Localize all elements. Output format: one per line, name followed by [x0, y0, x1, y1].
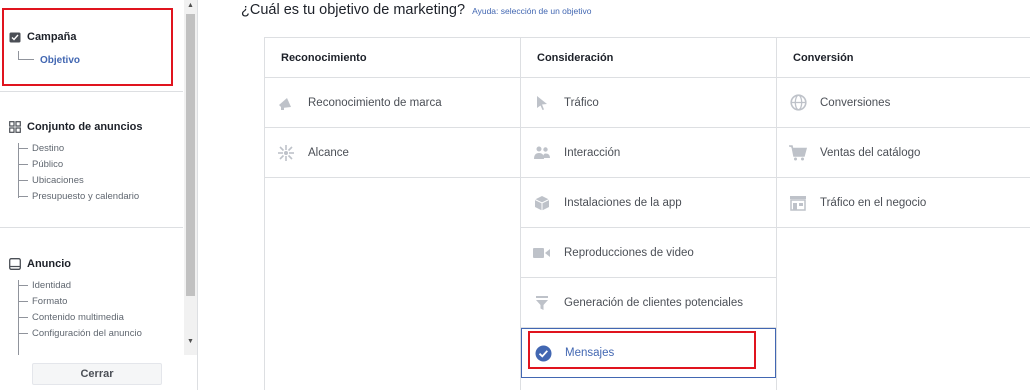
adset-section: Conjunto de anuncios Destino Público Ubi…: [0, 93, 183, 228]
help-link[interactable]: Ayuda: selección de un objetivo: [472, 6, 591, 16]
ad-section: Anuncio Identidad Formato Contenido mult…: [0, 229, 183, 355]
column-conversion: Conversión Conversiones Ventas del catál…: [777, 38, 1030, 390]
objective-label: Interacción: [564, 146, 621, 159]
sidebar-item-contenido[interactable]: Contenido multimedia: [18, 312, 124, 323]
column-consideracion: Consideración Tráfico Interacción Instal…: [521, 38, 777, 390]
store-icon: [789, 194, 807, 212]
sidebar-item-destino[interactable]: Destino: [18, 143, 64, 154]
ad-heading[interactable]: Anuncio: [8, 257, 71, 270]
sidebar-item-publico[interactable]: Público: [18, 159, 63, 170]
objective-label: Alcance: [308, 146, 349, 159]
sidebar-item-presupuesto[interactable]: Presupuesto y calendario: [18, 191, 139, 202]
objective-trafico[interactable]: Tráfico: [521, 78, 776, 128]
objective-ventas-catalogo[interactable]: Ventas del catálogo: [777, 128, 1030, 178]
page-title: ¿Cuál es tu objetivo de marketing?: [241, 2, 466, 18]
objective-trafico-negocio[interactable]: Tráfico en el negocio: [777, 178, 1030, 228]
objective-instalaciones-app[interactable]: Instalaciones de la app: [521, 178, 776, 228]
sidebar-item-objetivo-label: Objetivo: [40, 55, 81, 66]
objective-label: Reconocimiento de marca: [308, 96, 442, 109]
video-icon: [533, 244, 551, 262]
objective-generacion-clientes[interactable]: Generación de clientes potenciales: [521, 278, 776, 328]
objective-label: Generación de clientes potenciales: [564, 296, 744, 309]
campaign-heading-label: Campaña: [27, 30, 77, 43]
check-circle-icon: [534, 344, 552, 362]
sidebar-item-ubicaciones[interactable]: Ubicaciones: [18, 175, 84, 186]
objective-label: Conversiones: [820, 96, 891, 109]
adset-grid-icon: [8, 120, 21, 133]
objective-label: Reproducciones de video: [564, 246, 694, 259]
sidebar-scrollbar[interactable]: ▲ ▼: [184, 0, 197, 355]
campaign-heading[interactable]: Campaña: [8, 30, 77, 43]
objective-label: Tráfico: [564, 96, 599, 109]
scroll-down-arrow-icon[interactable]: ▼: [184, 336, 197, 348]
globe-icon: [789, 94, 807, 112]
objective-grid: Reconocimiento Reconocimiento de marca A…: [264, 37, 1030, 390]
cart-icon: [789, 144, 807, 162]
reach-icon: [277, 144, 295, 162]
scrollbar-thumb[interactable]: [186, 14, 195, 296]
objective-title-row: ¿Cuál es tu objetivo de marketing? Ayuda…: [241, 2, 591, 18]
adset-heading[interactable]: Conjunto de anuncios: [8, 120, 143, 133]
objective-label: Ventas del catálogo: [820, 146, 921, 159]
objective-reproducciones-video[interactable]: Reproducciones de video: [521, 228, 776, 278]
scroll-up-arrow-icon[interactable]: ▲: [184, 0, 197, 12]
sidebar: Campaña Objetivo Conjunto de anuncios De…: [0, 0, 198, 390]
people-icon: [533, 144, 551, 162]
tree-connector: [18, 51, 34, 60]
sidebar-item-configuracion[interactable]: Configuración del anuncio: [18, 328, 142, 339]
sidebar-scroll-area: Campaña Objetivo Conjunto de anuncios De…: [0, 0, 183, 355]
sidebar-item-objetivo[interactable]: Objetivo: [18, 51, 81, 66]
objective-label: Mensajes: [565, 347, 615, 359]
campaign-check-icon: [8, 30, 21, 43]
objective-conversiones[interactable]: Conversiones: [777, 78, 1030, 128]
objective-mensajes[interactable]: Mensajes: [521, 328, 776, 378]
column-heading: Conversión: [777, 38, 1030, 78]
objective-label: Instalaciones de la app: [564, 196, 682, 209]
cursor-icon: [533, 94, 551, 112]
objective-reconocimiento-de-marca[interactable]: Reconocimiento de marca: [265, 78, 520, 128]
sidebar-item-formato[interactable]: Formato: [18, 296, 67, 307]
ad-heading-label: Anuncio: [27, 257, 71, 270]
column-heading: Consideración: [521, 38, 776, 78]
objective-label: Tráfico en el negocio: [820, 196, 927, 209]
megaphone-icon: [277, 94, 295, 112]
box-icon: [533, 194, 551, 212]
close-button[interactable]: Cerrar: [32, 363, 162, 385]
column-heading: Reconocimiento: [265, 38, 520, 78]
sidebar-item-identidad[interactable]: Identidad: [18, 280, 71, 291]
column-reconocimiento: Reconocimiento Reconocimiento de marca A…: [265, 38, 521, 390]
ad-frame-icon: [8, 257, 21, 270]
funnel-icon: [533, 294, 551, 312]
objective-alcance[interactable]: Alcance: [265, 128, 520, 178]
objective-interaccion[interactable]: Interacción: [521, 128, 776, 178]
campaign-section: Campaña Objetivo: [0, 0, 183, 92]
adset-heading-label: Conjunto de anuncios: [27, 120, 143, 133]
